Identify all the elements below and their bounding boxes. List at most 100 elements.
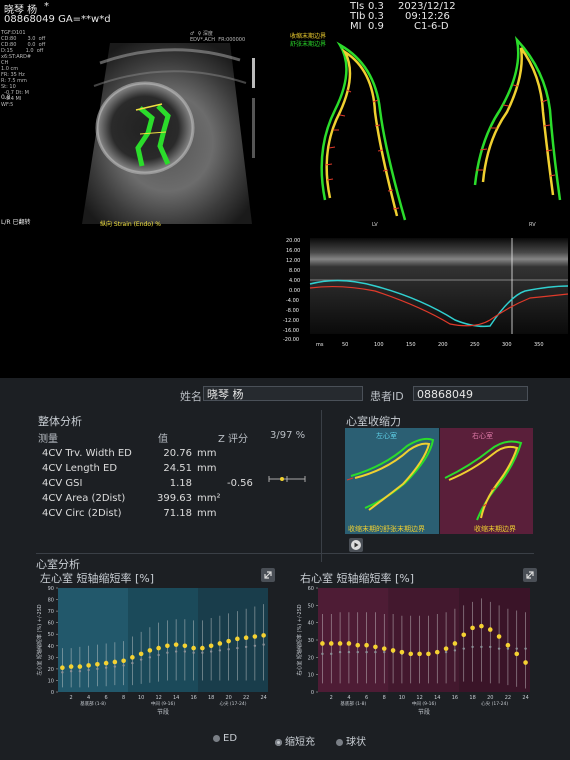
shortening-point	[328, 641, 334, 646]
x-tick-label: 10	[138, 695, 144, 701]
x-tick-label: 4	[347, 695, 350, 701]
ed-point	[383, 650, 386, 654]
region-band	[318, 588, 389, 692]
name-field[interactable]: 晓琴 杨	[203, 386, 363, 401]
patient-id-ga: 08868049 GA=**w*d	[4, 14, 111, 25]
shortening-point	[399, 649, 405, 655]
y-axis-label: 右心室 短轴缩短率 (%) +/-2SD	[296, 604, 303, 675]
ed-point	[201, 651, 204, 654]
legend-fs-marker	[275, 739, 282, 746]
y-tick-label: 0	[51, 690, 54, 696]
table-row[interactable]: 4CV Trv. Width ED 20.76 mm	[42, 446, 267, 461]
shortening-point	[390, 648, 396, 653]
svg-text:-20.00: -20.00	[283, 337, 299, 343]
y-tick-label: 20	[48, 667, 54, 673]
y-tick-label: 50	[308, 603, 314, 609]
z-score-indicator	[268, 476, 306, 482]
y-tick-label: 60	[48, 621, 54, 627]
play-icon	[351, 540, 361, 550]
ed-point	[444, 650, 448, 654]
table-row[interactable]: 4CV Length ED 24.51 mm	[42, 461, 267, 476]
ed-point	[166, 651, 169, 654]
legend-sphere[interactable]: 球状	[336, 733, 366, 748]
ed-point	[253, 644, 257, 647]
shortening-point	[156, 645, 161, 651]
svg-text:20.00: 20.00	[286, 238, 300, 244]
x-tick-label: 18	[208, 695, 214, 701]
ed-point	[262, 643, 265, 646]
legend-ed[interactable]: ED	[213, 733, 237, 744]
ed-point	[374, 650, 377, 654]
region-band	[459, 588, 530, 692]
patient-id-field[interactable]: 08868049	[413, 386, 528, 401]
x-tick-label: 18	[469, 695, 475, 701]
svg-text:250: 250	[470, 342, 480, 348]
shortening-point	[252, 634, 258, 639]
measure-name: 4CV Area (2Dist)	[42, 493, 126, 504]
ed-point	[139, 658, 143, 661]
ed-point	[192, 651, 195, 654]
measure-z: -0.56	[227, 478, 253, 489]
rv-tile[interactable]	[440, 428, 533, 534]
x-tick-label: 16	[190, 695, 196, 701]
svg-text:-8.00: -8.00	[286, 308, 299, 314]
table-row[interactable]: 4CV Area (2Dist) 399.63 mm²	[42, 491, 267, 506]
svg-text:300: 300	[502, 342, 512, 348]
y-tick-label: 40	[308, 621, 314, 627]
svg-text:50: 50	[342, 342, 348, 348]
expand-lv-button[interactable]	[261, 568, 275, 582]
rv-label: RV	[529, 222, 536, 228]
analysis-panel: 姓名 晓琴 杨 患者ID 08868049 整体分析 测量 值 Z 评分 3/9…	[0, 378, 570, 760]
table-row[interactable]: 4CV GSI 1.18 -0.56	[42, 476, 267, 491]
region-band	[198, 588, 268, 692]
left-value: 0.8	[1, 94, 11, 101]
region-label: 基底部 (1-8)	[340, 700, 366, 707]
svg-text:-16.00: -16.00	[283, 328, 299, 334]
shortening-point	[373, 644, 378, 650]
x-tick-label: 24	[260, 695, 266, 701]
ed-point	[157, 653, 160, 657]
ed-point	[122, 664, 125, 667]
y-tick-label: 60	[308, 586, 314, 592]
ultrasound-view: 晓琴 杨 * 08868049 GA=**w*d TIs 0.3 TIb 0.3…	[0, 0, 570, 378]
shortening-point	[235, 636, 240, 642]
ed-point	[218, 649, 222, 652]
ed-point	[347, 650, 351, 654]
y-tick-label: 20	[308, 655, 314, 661]
shortening-point	[68, 664, 74, 669]
x-tick-label: 12	[416, 695, 422, 701]
svg-text:16.00: 16.00	[286, 248, 300, 254]
play-button[interactable]	[349, 538, 363, 552]
y-tick-label: 30	[308, 638, 314, 644]
table-row[interactable]: 4CV Circ (2Dist) 71.18 mm	[42, 506, 267, 521]
measure-z	[227, 491, 267, 506]
measure-z	[227, 506, 267, 521]
expand-rv-button[interactable]	[523, 568, 537, 582]
ed-point	[338, 650, 342, 654]
x-tick-label: 6	[105, 695, 108, 701]
contractility-tiles	[345, 428, 533, 534]
legend-fs[interactable]: 缩短充	[275, 733, 315, 748]
x-tick-label: 20	[225, 695, 231, 701]
ed-point	[489, 645, 492, 649]
patient-mark: *	[44, 1, 49, 12]
shortening-point	[147, 648, 153, 653]
x-tick-label: 22	[243, 695, 249, 701]
section-rule	[36, 553, 534, 554]
shortening-point	[523, 660, 528, 665]
shortening-point	[452, 641, 458, 646]
shortening-point	[320, 641, 325, 646]
ed-point	[356, 650, 359, 654]
legend-ed-marker	[213, 735, 220, 742]
svg-text:100: 100	[374, 342, 384, 348]
contractility-title: 心室收缩力	[346, 415, 401, 428]
strain-caption: 纵向 Strain (Endo) %	[100, 221, 161, 228]
lr-flipped-label: L/R 已翻转	[1, 219, 31, 226]
measure-z	[227, 446, 267, 461]
graph-x-ticks: ms 50 100 150 200 250 300 350	[316, 342, 544, 348]
measure-name: 4CV Circ (2Dist)	[42, 508, 122, 519]
ed-point	[87, 668, 90, 672]
rv-tile-label: 右心室	[472, 432, 493, 440]
contour-legend-end-diastole: 舒张末期边界	[290, 41, 327, 48]
region-label: 心尖 (17-24)	[481, 700, 508, 707]
